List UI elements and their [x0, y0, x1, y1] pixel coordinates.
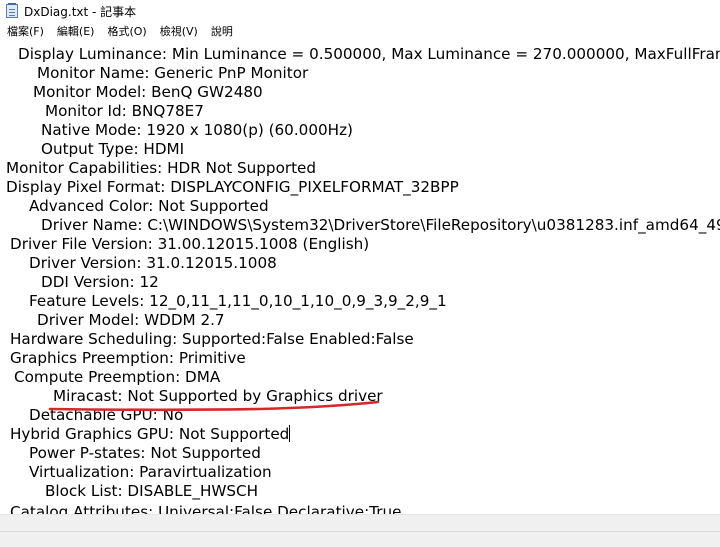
- window-title: DxDiag.txt - 記事本: [24, 4, 137, 19]
- horizontal-scrollbar[interactable]: [0, 514, 720, 532]
- menu-help[interactable]: 說明: [204, 22, 239, 42]
- menu-view[interactable]: 檢視(V): [153, 22, 204, 42]
- menu-bar: 檔案(F) 編輯(E) 格式(O) 檢視(V) 說明: [0, 22, 720, 43]
- menu-format[interactable]: 格式(O): [100, 22, 152, 42]
- title-bar: DxDiag.txt - 記事本: [0, 0, 720, 22]
- red-underline-annotation: [48, 400, 380, 412]
- menu-edit[interactable]: 編輯(E): [50, 22, 101, 42]
- text-editor[interactable]: Display Luminance: Min Luminance = 0.500…: [0, 42, 720, 514]
- status-bar: [0, 531, 720, 547]
- notepad-icon: [6, 3, 18, 18]
- menu-file[interactable]: 檔案(F): [0, 22, 50, 42]
